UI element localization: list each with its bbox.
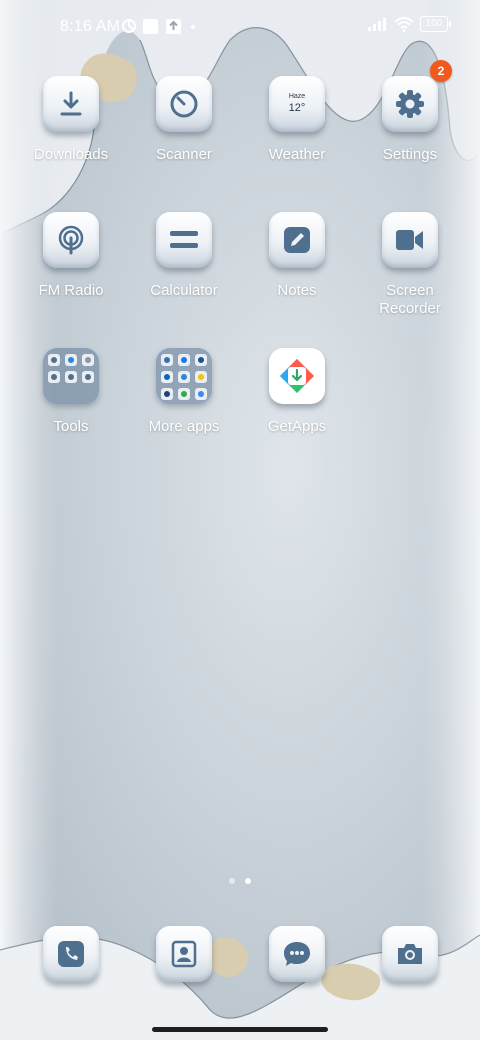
pencil-icon	[269, 212, 325, 268]
dock-contacts[interactable]	[128, 926, 240, 982]
phone-icon	[43, 926, 99, 982]
folder-icon	[156, 348, 212, 404]
app-settings[interactable]: 2 Settings	[354, 60, 466, 164]
camera-icon	[382, 926, 438, 982]
app-notes[interactable]: Notes	[241, 212, 353, 300]
page-dot[interactable]	[229, 878, 235, 884]
status-time: 8:16 AM	[60, 18, 121, 35]
upload-icon	[166, 19, 181, 34]
gesture-handle[interactable]	[152, 1027, 328, 1032]
folder-tools[interactable]: Tools	[15, 348, 127, 436]
dock-phone[interactable]	[15, 926, 127, 982]
app-label: Weather	[268, 146, 326, 163]
scanner-icon	[156, 76, 212, 132]
app-label-line2: Recorder	[379, 300, 441, 317]
dock	[0, 926, 480, 986]
gear-icon: 2	[382, 60, 452, 132]
video-camera-icon	[382, 212, 438, 268]
page-dot-active[interactable]	[245, 878, 251, 884]
dock-messages[interactable]	[241, 926, 353, 982]
battery-icon: 100	[420, 16, 451, 32]
chat-bubble-icon	[269, 926, 325, 982]
weather-icon: Haze 12°	[269, 76, 325, 132]
app-label: GetApps	[267, 418, 327, 435]
app-label: Scanner	[156, 146, 212, 163]
app-label: Calculator	[150, 282, 218, 299]
app-label: Tools	[53, 418, 89, 435]
app-label-line1: Screen	[386, 282, 434, 299]
app-label: Downloads	[33, 146, 109, 163]
app-scanner[interactable]: Scanner	[128, 76, 240, 164]
page-indicator	[0, 878, 480, 884]
app-label: Notes	[277, 282, 317, 299]
getapps-icon	[269, 348, 325, 404]
app-screen-recorder[interactable]: Screen Recorder	[354, 212, 466, 318]
app-weather[interactable]: Haze 12° Weather	[241, 76, 353, 164]
signal-icon	[368, 18, 386, 31]
app-label: More apps	[148, 418, 220, 435]
dock-camera[interactable]	[354, 926, 466, 982]
app-label: FM Radio	[38, 282, 104, 299]
folder-more-apps[interactable]: More apps	[128, 348, 240, 436]
app-label: Screen Recorder	[354, 282, 466, 318]
wifi-icon	[394, 17, 414, 32]
weather-condition: Haze	[288, 93, 306, 100]
app-fm-radio[interactable]: FM Radio	[15, 212, 127, 300]
sync-icon	[122, 19, 136, 33]
folder-icon	[43, 348, 99, 404]
notification-badge: 2	[430, 60, 452, 82]
download-icon	[43, 76, 99, 132]
calculator-icon	[156, 212, 212, 268]
radio-icon	[43, 212, 99, 268]
notification-square-icon	[143, 19, 158, 34]
status-bar: 8:16 AM 100	[0, 0, 480, 56]
app-label: Settings	[382, 146, 438, 163]
dot-icon	[191, 25, 195, 29]
weather-temp: 12°	[288, 102, 306, 114]
contacts-icon	[156, 926, 212, 982]
app-calculator[interactable]: Calculator	[128, 212, 240, 300]
app-getapps[interactable]: GetApps	[241, 348, 353, 436]
app-downloads[interactable]: Downloads	[15, 76, 127, 164]
